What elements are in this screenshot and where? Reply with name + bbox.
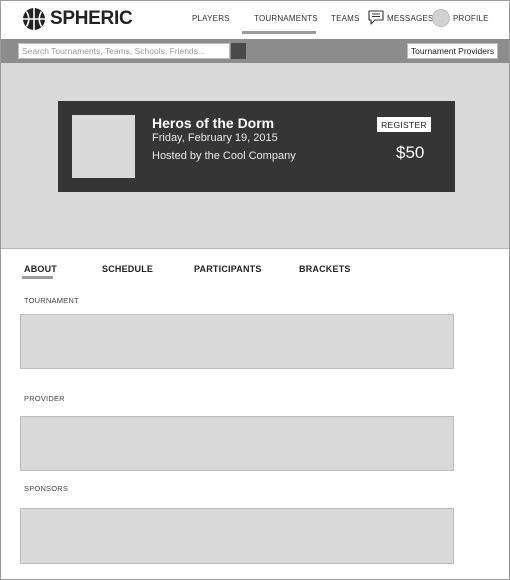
page: SPHERIC PLAYERS TOURNAMENTS TEAMS MESSAG… [0,0,510,580]
tab-participants[interactable]: PARTICIPANTS [194,264,262,274]
tab-brackets[interactable]: BRACKETS [299,264,351,274]
search-bar: Tournament Providers [1,39,509,63]
event-price: $50 [396,143,425,162]
avatar[interactable] [432,9,450,27]
nav-messages[interactable]: MESSAGES [387,14,434,23]
brand-name: SPHERIC [50,8,133,29]
brand-logo[interactable]: SPHERIC [22,7,133,31]
tab-about[interactable]: ABOUT [24,264,57,274]
search-button[interactable] [231,43,246,59]
provider-content-placeholder [20,416,454,471]
event-date: Friday, February 19, 2015 [152,132,278,144]
section-label-tournament: TOURNAMENT [24,296,79,305]
nav-profile[interactable]: PROFILE [453,14,489,23]
top-nav: SPHERIC PLAYERS TOURNAMENTS TEAMS MESSAG… [1,1,509,37]
tournament-content-placeholder [20,314,454,369]
event-host: Hosted by the Cool Company [152,150,296,162]
tournament-providers-button[interactable]: Tournament Providers [407,43,498,59]
section-label-provider: PROVIDER [24,394,65,403]
event-image-placeholder [72,115,135,178]
tab-schedule[interactable]: SCHEDULE [102,264,153,274]
event-card: Heros of the Dorm Friday, February 19, 2… [58,101,455,192]
chat-bubble-icon[interactable] [368,10,384,25]
section-label-sponsors: SPONSORS [24,484,69,493]
hero-banner: Heros of the Dorm Friday, February 19, 2… [1,63,509,249]
sponsors-content-placeholder [20,508,454,564]
register-button[interactable]: REGISTER [377,117,431,132]
nav-tournaments[interactable]: TOURNAMENTS [254,14,318,23]
basketball-icon [23,8,45,30]
tab-active-indicator [22,276,53,279]
nav-active-indicator [242,31,316,34]
nav-teams[interactable]: TEAMS [331,14,360,23]
nav-players[interactable]: PLAYERS [192,14,230,23]
event-title: Heros of the Dorm [152,115,275,131]
search-input[interactable] [18,43,230,59]
